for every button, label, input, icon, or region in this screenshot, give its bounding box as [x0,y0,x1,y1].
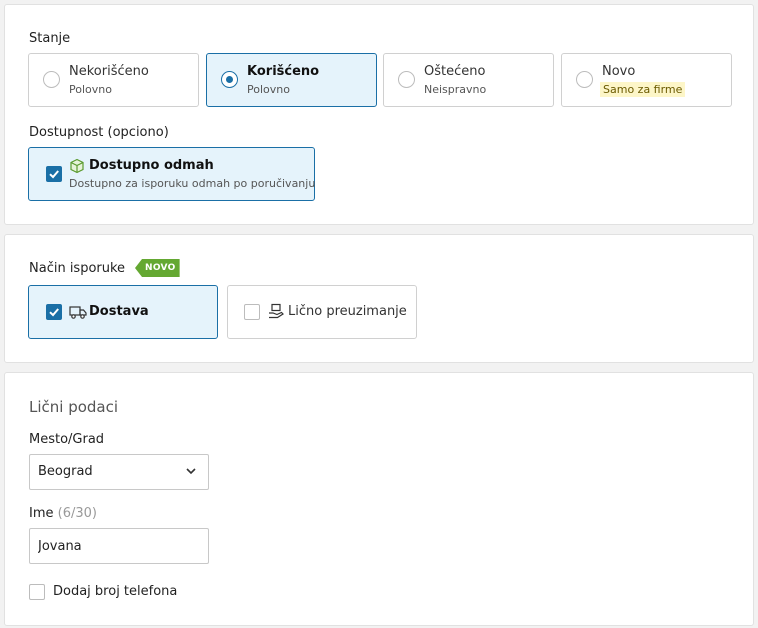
radio-korisceno[interactable] [221,71,238,88]
radio-osteceno[interactable] [398,71,415,88]
option-title: Dostava [89,304,149,319]
phone-label[interactable]: Dodaj broj telefona [53,584,177,599]
section-title: Lični podaci [29,398,119,416]
option-subtitle: Neispravno [424,83,487,96]
name-label-row: Ime (6/30) [29,506,97,521]
available-now-checkbox[interactable] [46,166,62,182]
delivery-option-dostava[interactable]: Dostava [28,285,218,339]
option-title: Korišćeno [247,64,320,79]
hand-package-icon [269,303,284,319]
chevron-down-icon [186,468,196,475]
truck-icon [69,306,87,319]
check-icon [49,170,59,179]
condition-option-nekorisceno[interactable]: Nekorišćeno Polovno [28,53,199,107]
option-title: Novo [602,64,636,79]
delivery-label: Način isporuke [29,261,126,276]
radio-nekorisceno[interactable] [43,71,60,88]
dostava-checkbox[interactable] [46,304,62,320]
name-input[interactable] [29,528,209,564]
radio-novo[interactable] [576,71,593,88]
option-title: Dostupno odmah [89,158,214,173]
business-only-badge: Samo za firme [600,82,686,97]
city-select[interactable]: Beograd [29,454,209,490]
name-label: Ime [29,506,54,521]
delivery-option-licno[interactable]: Lično preuzimanje [227,285,417,339]
name-counter: (6/30) [57,506,97,521]
option-title: Lično preuzimanje [288,304,407,319]
condition-option-novo[interactable]: Novo Samo za firme [561,53,732,107]
option-title: Nekorišćeno [69,64,149,79]
available-now-option[interactable]: Dostupno odmah Dostupno za isporuku odma… [28,147,315,201]
delivery-method-card: Način isporuke NOVO Dostava Lično preuzi… [4,234,754,363]
personal-data-card: Lični podaci Mesto/Grad Beograd Ime (6/3… [4,372,754,626]
check-icon [49,308,59,317]
option-subtitle: Dostupno za isporuku odmah po poručivanj… [69,177,316,190]
licno-checkbox[interactable] [244,304,260,320]
dostupnost-label: Dostupnost (opciono) [29,125,169,140]
package-icon [70,158,84,174]
option-title: Oštećeno [424,64,486,79]
option-subtitle: Polovno [69,83,112,96]
condition-option-osteceno[interactable]: Oštećeno Neispravno [383,53,554,107]
condition-availability-card: Stanje Nekorišćeno Polovno Korišćeno Pol… [4,4,754,225]
stanje-label: Stanje [29,31,71,46]
condition-option-korisceno[interactable]: Korišćeno Polovno [206,53,377,107]
city-select-value: Beograd [38,464,93,479]
new-badge: NOVO [135,259,180,277]
city-label: Mesto/Grad [29,432,105,447]
phone-checkbox[interactable] [29,584,45,600]
option-subtitle: Polovno [247,83,290,96]
